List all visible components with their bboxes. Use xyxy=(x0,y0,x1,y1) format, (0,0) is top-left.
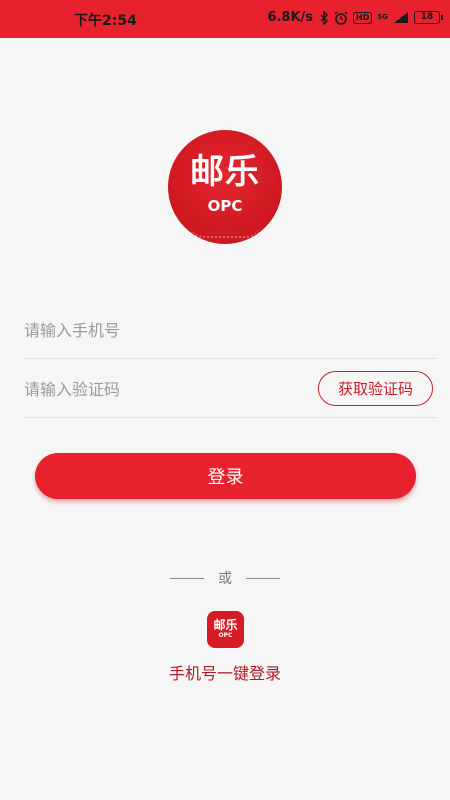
logo-title: 邮乐 xyxy=(190,152,260,192)
divider-line-left xyxy=(170,577,204,579)
get-code-button[interactable]: 获取验证码 xyxy=(318,371,433,406)
logo-decoration xyxy=(190,224,260,238)
app-logo: 邮乐 OPC xyxy=(168,130,282,244)
divider-line-right xyxy=(246,577,280,579)
or-divider: 或 xyxy=(170,568,280,588)
login-button[interactable]: 登录 xyxy=(35,453,416,499)
one-key-login-link[interactable]: 手机号一键登录 xyxy=(0,660,450,684)
code-field-row: 获取验证码 xyxy=(24,360,437,418)
status-icons: 6.8K/s HD 5G 18 xyxy=(267,10,443,25)
alarm-icon xyxy=(334,10,348,25)
network-speed: 6.8K/s xyxy=(267,10,314,25)
one-key-login-icon[interactable]: 邮乐 OPC xyxy=(207,611,244,648)
status-time: 下午2:54 xyxy=(74,13,137,29)
bluetooth-icon xyxy=(320,10,329,25)
5g-icon: 5G xyxy=(377,13,388,21)
status-bar: 下午2:54 6.8K/s HD 5G 18 xyxy=(0,0,450,38)
logo-subtitle: OPC xyxy=(207,197,243,215)
one-key-icon-title: 邮乐 xyxy=(213,618,238,632)
phone-field-row xyxy=(24,301,437,359)
hd-icon: HD xyxy=(353,11,373,24)
one-key-icon-subtitle: OPC xyxy=(218,632,233,639)
verification-code-input[interactable] xyxy=(24,360,304,418)
signal-icon xyxy=(393,11,409,24)
phone-input[interactable] xyxy=(24,301,304,359)
divider-text: 或 xyxy=(218,571,232,587)
battery-icon: 18 xyxy=(414,11,443,24)
